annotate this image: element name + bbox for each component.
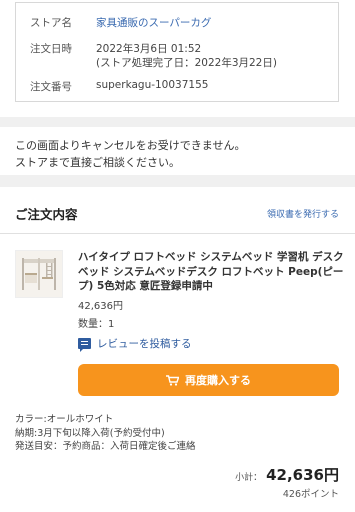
order-number-value: superkagu-10037155	[96, 79, 209, 91]
processing-date-value: (ストア処理完了日：2022年3月22日)	[96, 57, 277, 69]
write-review-link[interactable]: レビューを投稿する	[78, 336, 192, 352]
order-number-label: 注文番号	[30, 81, 72, 93]
product-quantity: 数量：1	[78, 319, 115, 330]
delivery-estimate: 納期:3月下旬以降入荷(予約受付中)	[15, 427, 165, 439]
store-name-link[interactable]: 家具通販のスーパーカグ	[96, 15, 211, 30]
cart-icon	[166, 374, 180, 386]
earned-points: 426ポイント	[282, 489, 339, 500]
order-date-label: 注文日時	[30, 43, 72, 55]
write-review-label: レビューを投稿する	[97, 338, 192, 350]
subtotal-label: 小計：	[235, 473, 263, 483]
product-price: 42,636円	[78, 301, 123, 312]
order-content-title: ご注文内容	[15, 207, 78, 222]
cancel-notice: この画面よりキャンセルをお受けできません。 ストアまで直接ご相談ください。	[15, 137, 345, 171]
subtotal-value: 42,636円	[266, 466, 339, 484]
loft-bed-image	[16, 251, 62, 297]
store-info-box: ストア名 家具通販のスーパーカグ 注文日時 2022年3月6日 01:52 (ス…	[15, 2, 339, 102]
subtotal: 小計： 42,636円	[235, 464, 339, 485]
store-info-section: ストア名 家具通販のスーパーカグ 注文日時 2022年3月6日 01:52 (ス…	[0, 0, 355, 117]
store-name-label: ストア名	[30, 17, 72, 29]
product-name-link[interactable]: ハイタイプ ロフトベッド システムベッド 学習机 デスクベッド システムベッドデ…	[78, 250, 344, 294]
product-attributes: カラー:オールホワイト 納期:3月下旬以降入荷(予約受付中) 発送目安：予約商品…	[15, 413, 196, 454]
shipping-estimate: 発送目安：予約商品：入荷日確定後ご連絡	[15, 441, 196, 452]
cancel-notice-line-1: この画面よりキャンセルをお受けできません。	[15, 139, 246, 152]
review-bubble-icon	[78, 338, 91, 352]
product-thumbnail[interactable]	[15, 250, 63, 298]
cancel-notice-section: この画面よりキャンセルをお受けできません。 ストアまで直接ご相談ください。	[0, 127, 355, 175]
cancel-notice-line-2: ストアまで直接ご相談ください。	[15, 156, 180, 169]
order-date-value: 2022年3月6日 01:52	[96, 43, 202, 55]
buy-again-button[interactable]: 再度購入する	[78, 364, 339, 396]
order-content-header: ご注文内容 領収書を発行する	[0, 187, 355, 234]
buy-again-label: 再度購入する	[185, 374, 251, 387]
product-color: カラー:オールホワイト	[15, 414, 114, 425]
order-content-section: ご注文内容 領収書を発行する ハイタイプ ロフトベッド システムベッド 学習机 …	[0, 187, 355, 512]
issue-receipt-link[interactable]: 領収書を発行する	[267, 207, 339, 220]
